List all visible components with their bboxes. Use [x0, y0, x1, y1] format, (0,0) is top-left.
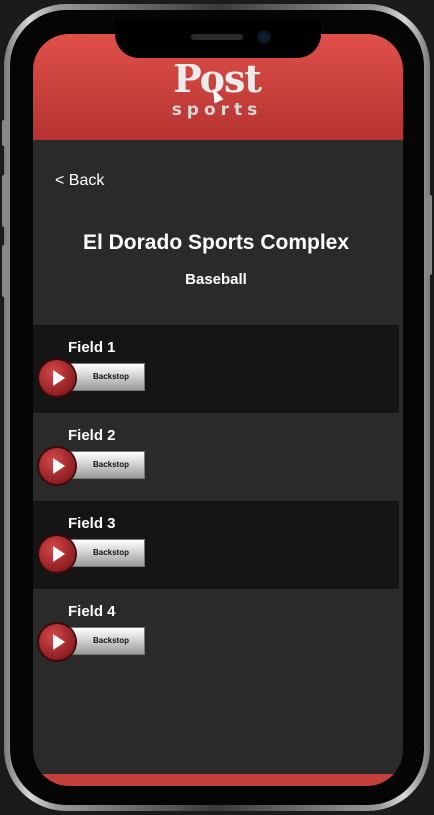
- play-button[interactable]: [39, 624, 75, 660]
- field-name: Field 4: [68, 603, 116, 620]
- logo-sports: sports: [171, 100, 263, 120]
- footer-bar: [33, 774, 403, 786]
- field-row-1: Field 1 Backstop: [33, 325, 399, 413]
- play-button[interactable]: [39, 536, 75, 572]
- play-icon: [53, 634, 65, 650]
- field-name: Field 1: [68, 339, 116, 356]
- camera-button-label: Backstop: [92, 548, 129, 557]
- field-name: Field 3: [68, 515, 116, 532]
- speaker-grille: [191, 34, 243, 40]
- side-button-mute: [2, 120, 7, 146]
- camera-button-backstop[interactable]: Backstop: [63, 451, 145, 479]
- field-row-3: Field 3 Backstop: [33, 501, 399, 589]
- front-camera: [259, 32, 269, 42]
- play-button[interactable]: [39, 360, 75, 396]
- side-button-power: [427, 195, 432, 275]
- field-name: Field 2: [68, 427, 116, 444]
- play-icon: [53, 370, 65, 386]
- play-icon: [53, 546, 65, 562]
- page-title: El Dorado Sports Complex: [82, 231, 350, 254]
- side-button-volume-down: [2, 245, 7, 297]
- camera-button-backstop[interactable]: Backstop: [63, 363, 145, 391]
- field-row-4: Field 4 Backstop: [33, 589, 399, 677]
- camera-button-label: Backstop: [92, 460, 129, 469]
- camera-button-label: Backstop: [92, 636, 129, 645]
- camera-button-backstop[interactable]: Backstop: [63, 539, 145, 567]
- back-link[interactable]: < Back: [55, 172, 104, 190]
- field-row-2: Field 2 Backstop: [33, 413, 399, 501]
- camera-button-backstop[interactable]: Backstop: [63, 627, 145, 655]
- camera-button-label: Backstop: [92, 372, 129, 381]
- side-button-volume-up: [2, 175, 7, 227]
- notch: [115, 20, 321, 58]
- screen: Post sports < Back El Dorado Sports Comp…: [33, 34, 403, 786]
- page-subtitle: Baseball: [185, 271, 247, 288]
- play-icon: [53, 458, 65, 474]
- play-button[interactable]: [39, 448, 75, 484]
